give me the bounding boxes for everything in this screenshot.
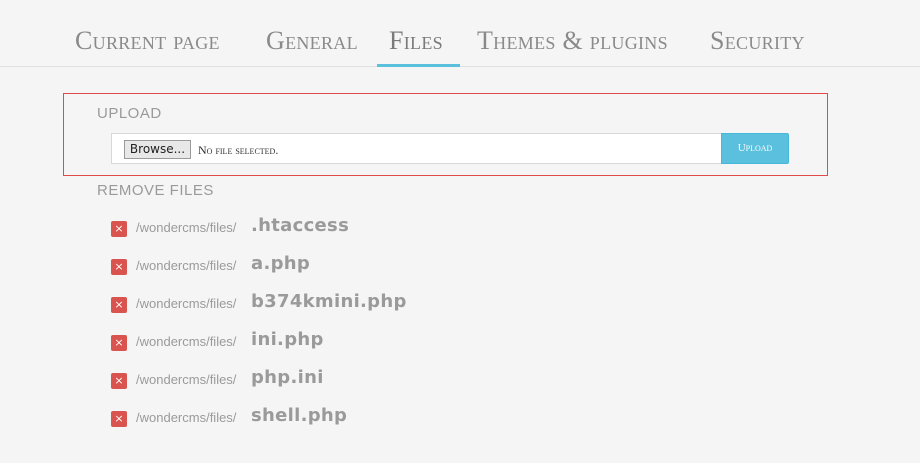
file-path: /wondercms/files/ bbox=[136, 410, 237, 425]
settings-tabs: Current page General Files Themes & plug… bbox=[0, 0, 920, 67]
delete-icon[interactable]: × bbox=[111, 373, 127, 389]
file-path: /wondercms/files/ bbox=[136, 296, 237, 311]
tab-security[interactable]: Security bbox=[710, 26, 805, 56]
no-file-selected-text: No file selected. bbox=[198, 143, 279, 157]
file-path: /wondercms/files/ bbox=[136, 220, 237, 235]
delete-icon[interactable]: × bbox=[111, 335, 127, 351]
tab-themes-plugins[interactable]: Themes & plugins bbox=[477, 26, 668, 56]
tab-current-page[interactable]: Current page bbox=[75, 26, 220, 56]
remove-files-title: Remove files bbox=[97, 182, 214, 199]
file-name: ini.php bbox=[251, 329, 324, 350]
delete-icon[interactable]: × bbox=[111, 411, 127, 427]
file-name: b374kmini.php bbox=[251, 291, 407, 312]
file-name: php.ini bbox=[251, 367, 324, 388]
file-name: a.php bbox=[251, 253, 311, 274]
file-path: /wondercms/files/ bbox=[136, 334, 237, 349]
upload-button[interactable]: Upload bbox=[721, 133, 789, 164]
delete-icon[interactable]: × bbox=[111, 297, 127, 313]
tab-general[interactable]: General bbox=[266, 26, 358, 56]
file-name: .htaccess bbox=[251, 215, 350, 236]
file-path: /wondercms/files/ bbox=[136, 372, 237, 387]
tab-files[interactable]: Files bbox=[389, 26, 443, 56]
delete-icon[interactable]: × bbox=[111, 221, 127, 237]
browse-button[interactable]: Browse... bbox=[124, 140, 191, 159]
file-path: /wondercms/files/ bbox=[136, 258, 237, 273]
upload-section-title: Upload bbox=[97, 105, 162, 122]
active-tab-indicator bbox=[377, 64, 460, 67]
delete-icon[interactable]: × bbox=[111, 259, 127, 275]
file-name: shell.php bbox=[251, 405, 348, 426]
